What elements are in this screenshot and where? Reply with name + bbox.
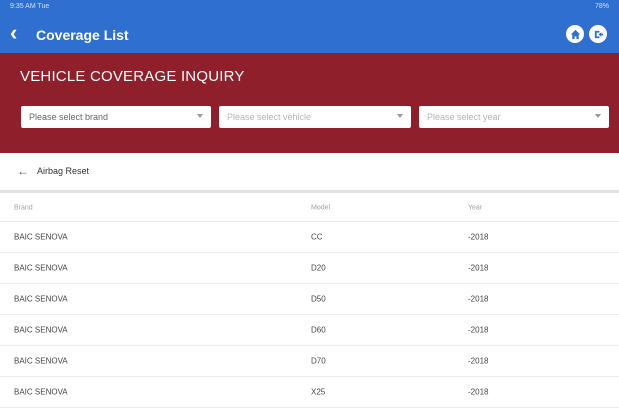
cell-year: -2018 [468, 263, 489, 273]
table-row[interactable]: BAIC SENOVA X25 -2018 [0, 377, 619, 408]
table-row[interactable]: BAIC SENOVA D70 -2018 [0, 346, 619, 377]
function-title: Airbag Reset [37, 166, 90, 176]
table-row[interactable]: BAIC SENOVA D60 -2018 [0, 315, 619, 346]
cell-model: D20 [311, 263, 326, 273]
back-icon[interactable]: ‹ [10, 21, 17, 45]
function-header: ← Airbag Reset [0, 153, 619, 193]
vehicle-select[interactable]: Please select vehicle [219, 106, 411, 128]
chevron-down-icon [595, 114, 601, 118]
header-brand: Brand [14, 204, 33, 211]
cell-brand: BAIC SENOVA [14, 294, 68, 304]
table-row[interactable]: BAIC SENOVA CC -2018 [0, 222, 619, 253]
year-select-placeholder: Please select year [427, 112, 501, 122]
cell-brand: BAIC SENOVA [14, 387, 68, 397]
cell-year: -2018 [468, 356, 489, 366]
cell-model: D50 [311, 294, 326, 304]
home-icon[interactable] [566, 25, 584, 43]
cell-year: -2018 [468, 325, 489, 335]
page-title: Coverage List [36, 27, 129, 43]
cell-brand: BAIC SENOVA [14, 263, 68, 273]
header-model: Model [311, 204, 331, 211]
coverage-table: Brand Model Year BAIC SENOVA CC -2018 BA… [0, 194, 619, 408]
chevron-down-icon [197, 114, 203, 118]
inquiry-banner: VEHICLE COVERAGE INQUIRY Please select b… [0, 53, 619, 153]
cell-brand: BAIC SENOVA [14, 232, 68, 242]
cell-year: -2018 [468, 294, 489, 304]
cell-model: CC [311, 232, 323, 242]
brand-select[interactable]: Please select brand [21, 106, 211, 128]
cell-model: D60 [311, 325, 326, 335]
status-bar: 9:35 AM Tue 78% [0, 0, 619, 16]
back-arrow-icon[interactable]: ← [17, 164, 29, 178]
table-row[interactable]: BAIC SENOVA D20 -2018 [0, 253, 619, 284]
cell-model: D70 [311, 356, 326, 366]
cell-brand: BAIC SENOVA [14, 325, 68, 335]
exit-icon[interactable] [589, 25, 607, 43]
brand-select-placeholder: Please select brand [29, 112, 109, 122]
header-year: Year [468, 204, 483, 211]
banner-title: VEHICLE COVERAGE INQUIRY [20, 68, 245, 85]
status-time: 9:35 AM Tue [10, 3, 50, 10]
cell-model: X25 [311, 387, 326, 397]
table-header: Brand Model Year [0, 194, 619, 222]
table-row[interactable]: BAIC SENOVA D50 -2018 [0, 284, 619, 315]
chevron-down-icon [397, 114, 403, 118]
app-bar: ‹ Coverage List [0, 16, 619, 53]
cell-year: -2018 [468, 232, 489, 242]
cell-brand: BAIC SENOVA [14, 356, 68, 366]
year-select[interactable]: Please select year [419, 106, 609, 128]
vehicle-select-placeholder: Please select vehicle [227, 112, 312, 122]
battery-level: 78% [594, 3, 609, 10]
cell-year: -2018 [468, 387, 489, 397]
